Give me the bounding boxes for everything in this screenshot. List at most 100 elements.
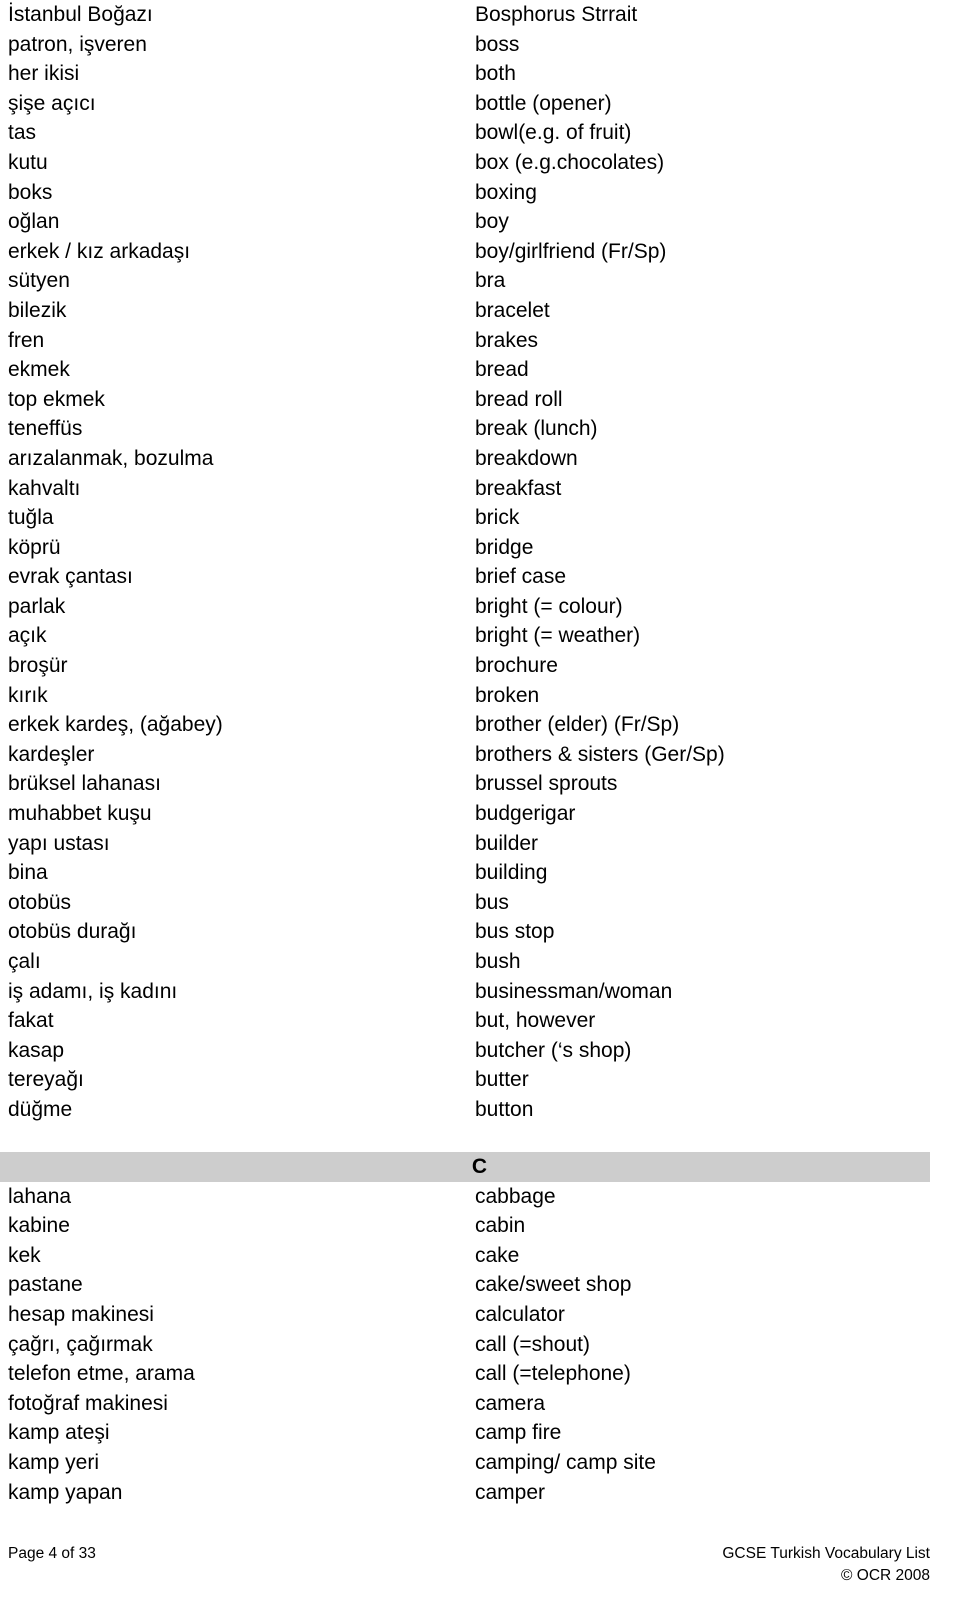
vocabulary-row: broşür brochure (0, 651, 960, 681)
vocabulary-row: kahvaltı breakfast (0, 474, 960, 504)
turkish-term: muhabbet kuşu (8, 802, 152, 826)
english-translation: camp fire (475, 1421, 562, 1445)
vocabulary-row: İstanbul Boğazı Bosphorus Strrait (0, 0, 960, 30)
vocabulary-row: kasap butcher (‘s shop) (0, 1036, 960, 1066)
english-translation: breakfast (475, 476, 562, 500)
turkish-term: telefon etme, arama (8, 1362, 195, 1386)
turkish-term: arızalanmak, bozulma (8, 446, 214, 470)
vocabulary-row: evrak çantası brief case (0, 562, 960, 592)
vocabulary-row: tas bowl(e.g. of fruit) (0, 118, 960, 148)
turkish-term: lahana (8, 1184, 72, 1208)
vocabulary-row: teneffüs break (lunch) (0, 414, 960, 444)
vocabulary-row: parlak bright (= colour) (0, 592, 960, 622)
vocabulary-row: köprü bridge (0, 533, 960, 563)
english-translation: brochure (475, 654, 558, 678)
turkish-term: kek (8, 1243, 41, 1267)
english-translation: brussel sprouts (475, 772, 618, 796)
vocabulary-row: otobüs bus (0, 888, 960, 918)
page-number: Page 4 of 33 (8, 1545, 96, 1562)
vocabulary-row: kabine cabin (0, 1211, 960, 1241)
vocabulary-row: kamp yapan camper (0, 1478, 960, 1508)
turkish-term: erkek / kız arkadaşı (8, 239, 191, 263)
vocabulary-row: şişe açıcı bottle (opener) (0, 89, 960, 119)
turkish-term: hesap makinesi (8, 1302, 154, 1326)
turkish-term: boks (8, 180, 53, 204)
vocabulary-row: oğlan boy (0, 207, 960, 237)
turkish-term: pastane (8, 1273, 83, 1297)
vocabulary-row: hesap makinesi calculator (0, 1300, 960, 1330)
vocabulary-row: pastane cake/sweet shop (0, 1270, 960, 1300)
english-translation: brick (475, 506, 520, 530)
english-translation: bus stop (475, 920, 555, 944)
turkish-term: tuğla (8, 506, 54, 530)
vocabulary-row: sütyen bra (0, 266, 960, 296)
vocabulary-row: her ikisi both (0, 59, 960, 89)
english-translation: calculator (475, 1302, 565, 1326)
vocabulary-row: bilezik bracelet (0, 296, 960, 326)
turkish-term: tas (8, 121, 37, 145)
vocabulary-content: İstanbul Boğazı Bosphorus Strrait patron, … (0, 0, 960, 1507)
turkish-term: erkek kardeş, (ağabey) (8, 713, 223, 737)
vocabulary-row: lahana cabbage (0, 1182, 960, 1212)
english-translation: bread (475, 358, 529, 382)
turkish-term: bilezik (8, 298, 67, 322)
vocabulary-row: fakat but, however (0, 1006, 960, 1036)
english-translation: brief case (475, 565, 567, 589)
vocabulary-row: telefon etme, arama call (=telephone) (0, 1359, 960, 1389)
english-translation: bra (475, 269, 506, 293)
turkish-term: fotoğraf makinesi (8, 1391, 168, 1415)
turkish-term: patron, işveren (8, 32, 147, 56)
turkish-term: kardeşler (8, 742, 95, 766)
vocabulary-row: otobüs durağı bus stop (0, 917, 960, 947)
turkish-term: köprü (8, 535, 61, 559)
english-translation: call (=shout) (475, 1332, 590, 1356)
vocabulary-row: erkek / kız arkadaşı boy/girlfriend (Fr/S… (0, 237, 960, 267)
english-translation: businessman/woman (475, 979, 673, 1003)
turkish-term: kamp ateşi (8, 1421, 110, 1445)
section-letter: C (471, 1154, 487, 1178)
turkish-term: düğme (8, 1097, 73, 1121)
vocabulary-section: İstanbul Boğazı Bosphorus Strrait patron, … (0, 0, 960, 1125)
turkish-term: kasap (8, 1038, 65, 1062)
vocabulary-row: top ekmek bread roll (0, 385, 960, 415)
english-translation: building (475, 861, 548, 885)
turkish-term: teneffüs (8, 417, 83, 441)
turkish-term: çağrı, çağırmak (8, 1332, 153, 1356)
turkish-term: fren (8, 328, 45, 352)
document-page: İstanbul Boğazı Bosphorus Strrait patron, … (0, 0, 960, 1617)
english-translation: bridge (475, 535, 534, 559)
turkish-term: evrak çantası (8, 565, 133, 589)
english-translation: box (e.g.chocolates) (475, 150, 665, 174)
turkish-term: kutu (8, 150, 48, 174)
vocabulary-row: kutu box (e.g.chocolates) (0, 148, 960, 178)
vocabulary-row: kardeşler brothers & sisters (Ger/Sp) (0, 740, 960, 770)
turkish-term: iş adamı, iş kadını (8, 979, 178, 1003)
turkish-term: broşür (8, 654, 68, 678)
turkish-term: tereyağı (8, 1068, 84, 1092)
vocabulary-row: yapı ustası builder (0, 829, 960, 859)
turkish-term: otobüs durağı (8, 920, 137, 944)
turkish-term: sütyen (8, 269, 70, 293)
turkish-term: fakat (8, 1009, 54, 1033)
section-letter-divider: C (0, 1151, 930, 1182)
turkish-term: kamp yapan (8, 1480, 123, 1504)
english-translation: bright (= weather) (475, 624, 641, 648)
vocabulary-row: brüksel lahanası brussel sprouts (0, 769, 960, 799)
turkish-term: oğlan (8, 210, 60, 234)
vocabulary-row: iş adamı, iş kadını businessman/woman (0, 977, 960, 1007)
english-translation: brakes (475, 328, 539, 352)
english-translation: budgerigar (475, 802, 576, 826)
english-translation: boy/girlfriend (Fr/Sp) (475, 239, 667, 263)
turkish-term: her ikisi (8, 62, 80, 86)
english-translation: breakdown (475, 446, 578, 470)
page-footer: Page 4 of 33 GCSE Turkish Vocabulary Lis… (0, 1521, 960, 1617)
vocabulary-row: kek cake (0, 1241, 960, 1271)
document-title: GCSE Turkish Vocabulary List (722, 1545, 930, 1562)
english-translation: camera (475, 1391, 546, 1415)
english-translation: brother (elder) (Fr/Sp) (475, 713, 680, 737)
english-translation: bracelet (475, 298, 550, 322)
footer-meta: GCSE Turkish Vocabulary List © OCR 2008 (722, 1521, 930, 1587)
vocabulary-row: açık bright (= weather) (0, 621, 960, 651)
english-translation: cabbage (475, 1184, 556, 1208)
vocabulary-row: boks boxing (0, 178, 960, 208)
